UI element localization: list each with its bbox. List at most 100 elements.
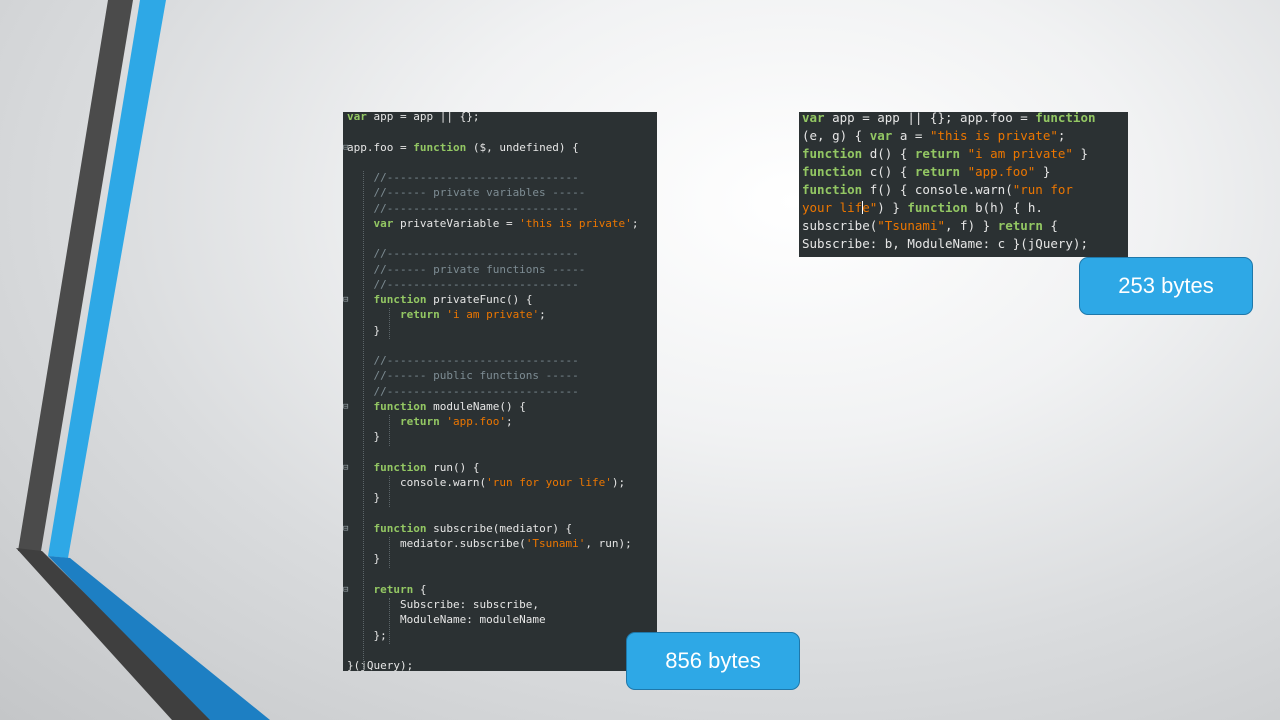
keyword-token: function [802,146,863,161]
code-token: ; [1057,128,1066,143]
code-line: function d() { return "i am private" } [802,146,1088,161]
keyword-token: return [373,582,414,596]
code-line: }; [347,628,387,642]
code-line: function moduleName() { [347,400,526,413]
fold-marker: ⊟ [343,142,349,153]
comment-token: //------ private functions ----- [347,262,586,276]
code-token: }; [347,628,387,642]
string-token: 'run for your life' [486,476,612,489]
code-line: app.foo = function ($, undefined) { [347,141,579,154]
keyword-token: function [1035,112,1096,125]
comment-token: //----------------------------- [347,277,579,291]
code-token: Subscribe: subscribe, [347,598,540,611]
code-line: //----------------------------- [347,201,579,215]
indent-guide [389,598,390,644]
code-token: app = app || {}; [366,112,480,123]
code-token: a = [892,128,930,143]
comment-token: //----------------------------- [347,201,579,215]
string-token: your life" [802,200,878,215]
code-token: app.foo = [347,140,414,154]
code-line: }(jQuery); [347,659,413,671]
string-token: "run for [1012,182,1073,197]
code-token: (e, g) { [802,128,870,143]
code-line: //----------------------------- [347,277,579,291]
code-line: //------ private variables ----- [347,186,585,199]
code-token: , f) } [945,218,998,233]
code-token: d() { [862,146,915,161]
code-token: ; [539,308,546,322]
code-line: function privateFunc() { [347,293,533,306]
fold-marker: ⊟ [343,584,349,595]
fold-marker: ⊟ [343,295,349,305]
indent-guide [389,308,390,339]
code-token: c() { [862,164,915,179]
string-token: 'Tsunami' [525,537,586,550]
string-token: 'this is private' [519,216,632,230]
code-token: run() { [426,460,480,474]
code-line: function c() { return "app.foo" } [802,164,1050,179]
code-line: //----------------------------- [347,354,579,367]
keyword-token: function [373,460,427,474]
original-size-badge: 856 bytes [626,632,800,690]
comment-token: //------ public functions ----- [347,369,579,383]
minified-size-badge: 253 bytes [1079,257,1253,315]
code-token: ModuleName: moduleName [347,613,546,627]
keyword-token: function [413,140,467,154]
keyword-token: function [907,200,968,215]
keyword-token: return [914,164,961,179]
code-token: console.warn( [347,476,487,489]
code-token: } [1035,164,1051,179]
code-token: subscribe(mediator) { [426,521,573,535]
code-line: return 'app.foo'; [347,415,513,428]
code-line: //------ public functions ----- [347,369,579,383]
string-token: 'app.foo' [446,415,506,428]
code-line: function run() { [347,460,480,474]
code-token: } [1072,146,1089,161]
string-token: "i am private" [967,146,1073,161]
keyword-token: function [373,399,427,413]
code-line: ModuleName: moduleName [347,613,546,626]
code-line: subscribe("Tsunami", f) } return { [802,218,1058,233]
comment-token: //----------------------------- [347,171,579,184]
code-line: function subscribe(mediator) { [347,521,573,535]
code-line: //------ private functions ----- [347,263,585,276]
code-token: { [413,582,427,596]
keyword-token: var [802,112,825,125]
minified-code-screenshot: var app = app || {}; app.foo = function (… [799,112,1128,257]
string-token: "this is private" [929,128,1058,143]
code-line: //----------------------------- [347,384,579,398]
code-line: //----------------------------- [347,247,578,260]
keyword-token: function [802,164,863,179]
code-token: , run); [585,537,632,550]
code-line: return { [347,583,427,596]
keyword-token: return [399,308,440,322]
indent-guide [389,415,390,446]
keyword-token: return [914,146,961,161]
keyword-token: return [399,415,440,428]
comment-token: //----------------------------- [347,384,579,398]
keyword-token: var [373,216,394,230]
code-token: privateFunc() { [426,293,533,306]
code-line: //----------------------------- [347,171,579,184]
dark-diagonal-stripe [16,548,214,720]
code-token: ); [611,476,626,489]
code-line: var app = app || {}; [347,112,479,123]
code-token: privateVariable = [393,216,520,230]
code-token: ; [505,415,513,428]
code-token: mediator.subscribe( [347,537,526,550]
code-line: return 'i am private'; [347,308,546,321]
code-token: Subscribe: b, ModuleName: c }(jQuery); [802,236,1088,251]
code-line: Subscribe: subscribe, [347,598,539,611]
code-line: var privateVariable = 'this is private'; [347,216,639,230]
code-token: }(jQuery); [347,659,414,671]
comment-token: //------ private variables ----- [347,186,586,200]
keyword-token: var [347,112,367,123]
indent-guide [389,476,390,507]
comment-token: //----------------------------- [347,354,579,367]
